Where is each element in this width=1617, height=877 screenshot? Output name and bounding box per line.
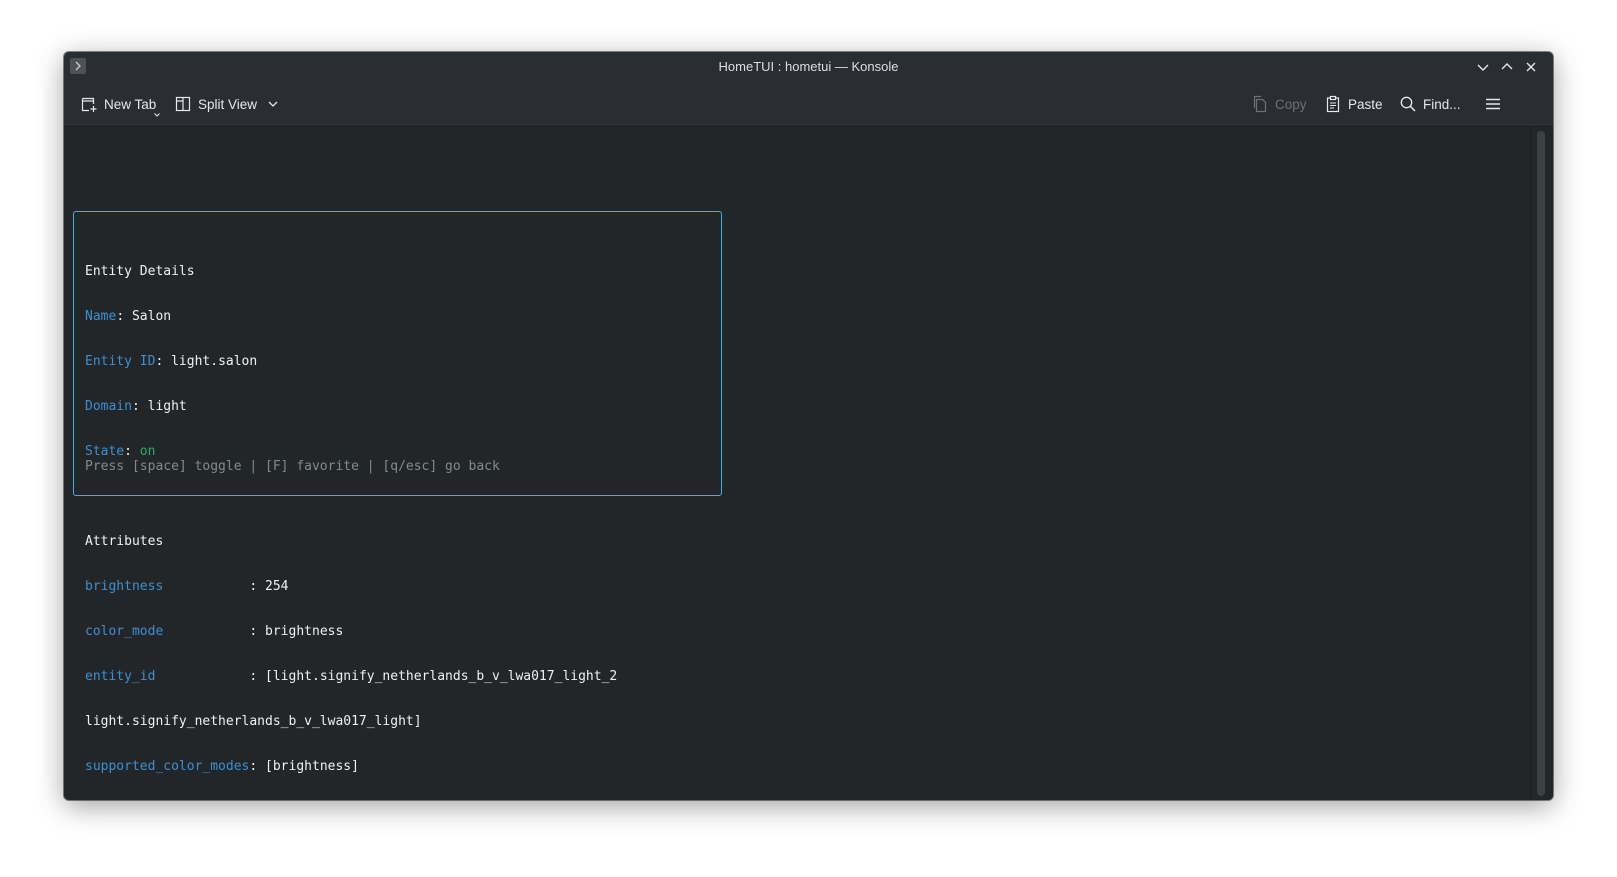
attribute-row: entity_id : [light.signify_netherlands_b… xyxy=(85,669,618,684)
search-icon xyxy=(1400,96,1416,112)
toolbar: New Tab Split View Copy Paste Find... xyxy=(64,82,1553,127)
entity-name-label: Name xyxy=(85,309,117,324)
hamburger-menu-icon xyxy=(1486,98,1500,110)
attribute-value: [light.signify_netherlands_b_v_lwa017_li… xyxy=(265,669,618,684)
attribute-row: supported_color_modes: [brightness] xyxy=(85,759,359,774)
split-view-label: Split View xyxy=(198,96,258,112)
entity-state-value: on xyxy=(139,444,156,459)
attribute-key: brightness xyxy=(85,579,164,594)
split-view-button[interactable]: Split View xyxy=(174,91,280,117)
attribute-key: supported_color_modes xyxy=(85,759,250,774)
entity-domain-value: light xyxy=(147,399,187,414)
entity-details-panel: Entity Details Name: Salon Entity ID: li… xyxy=(73,211,722,774)
attribute-value: 254 xyxy=(265,579,289,594)
entity-details-heading: Entity Details xyxy=(85,264,195,279)
attribute-value: brightness xyxy=(265,624,344,639)
paste-icon xyxy=(1326,95,1340,113)
keybinding-hint: Press [space] toggle | [F] favorite | [q… xyxy=(85,459,500,474)
entity-domain-row: Domain: light xyxy=(85,399,187,414)
scrollbar[interactable] xyxy=(1530,127,1553,800)
entity-state-row: State: on xyxy=(85,444,156,459)
window-title: HomeTUI : hometui — Konsole xyxy=(718,59,899,74)
entity-domain-label: Domain xyxy=(85,399,132,414)
chevron-down-icon xyxy=(154,113,160,117)
konsole-window: HomeTUI : hometui — Konsole New Tab Spli… xyxy=(64,52,1553,800)
hamburger-menu-button[interactable] xyxy=(1484,91,1502,117)
new-tab-icon xyxy=(81,97,97,112)
find-button[interactable]: Find... xyxy=(1399,91,1461,117)
find-label: Find... xyxy=(1423,96,1461,112)
terminal-area[interactable]: Entity Details Name: Salon Entity ID: li… xyxy=(64,127,1531,800)
attribute-key: color_mode xyxy=(85,624,164,639)
entity-name-value: Salon xyxy=(131,309,172,324)
chevron-up-icon[interactable] xyxy=(1498,58,1516,76)
entity-id-value: light.salon xyxy=(171,354,258,369)
entity-id-row: Entity ID: light.salon xyxy=(85,354,258,369)
entity-name-row: Name: Salon xyxy=(85,309,172,324)
new-tab-label: New Tab xyxy=(104,96,157,112)
attribute-continuation: light.signify_netherlands_b_v_lwa017_lig… xyxy=(85,714,422,729)
copy-button[interactable]: Copy xyxy=(1251,91,1307,117)
entity-id-label: Entity ID xyxy=(85,354,156,369)
attributes-heading: Attributes xyxy=(85,534,164,549)
entity-state-label: State xyxy=(85,444,125,459)
chevron-down-icon[interactable] xyxy=(1474,58,1492,76)
paste-button[interactable]: Paste xyxy=(1324,91,1383,117)
attribute-row: color_mode : brightness xyxy=(85,624,344,639)
copy-label: Copy xyxy=(1275,96,1307,112)
scrollbar-thumb[interactable] xyxy=(1537,131,1545,796)
new-tab-button[interactable]: New Tab xyxy=(80,91,160,117)
paste-label: Paste xyxy=(1348,96,1383,112)
attribute-key: entity_id xyxy=(85,669,156,684)
title-bar[interactable]: HomeTUI : hometui — Konsole xyxy=(64,52,1553,82)
close-icon[interactable] xyxy=(1522,58,1540,76)
split-view-icon xyxy=(175,96,191,112)
copy-icon xyxy=(1253,95,1267,113)
chevron-down-icon[interactable] xyxy=(266,97,280,111)
attribute-value: [brightness] xyxy=(265,759,359,774)
attribute-row: brightness : 254 xyxy=(85,579,289,594)
